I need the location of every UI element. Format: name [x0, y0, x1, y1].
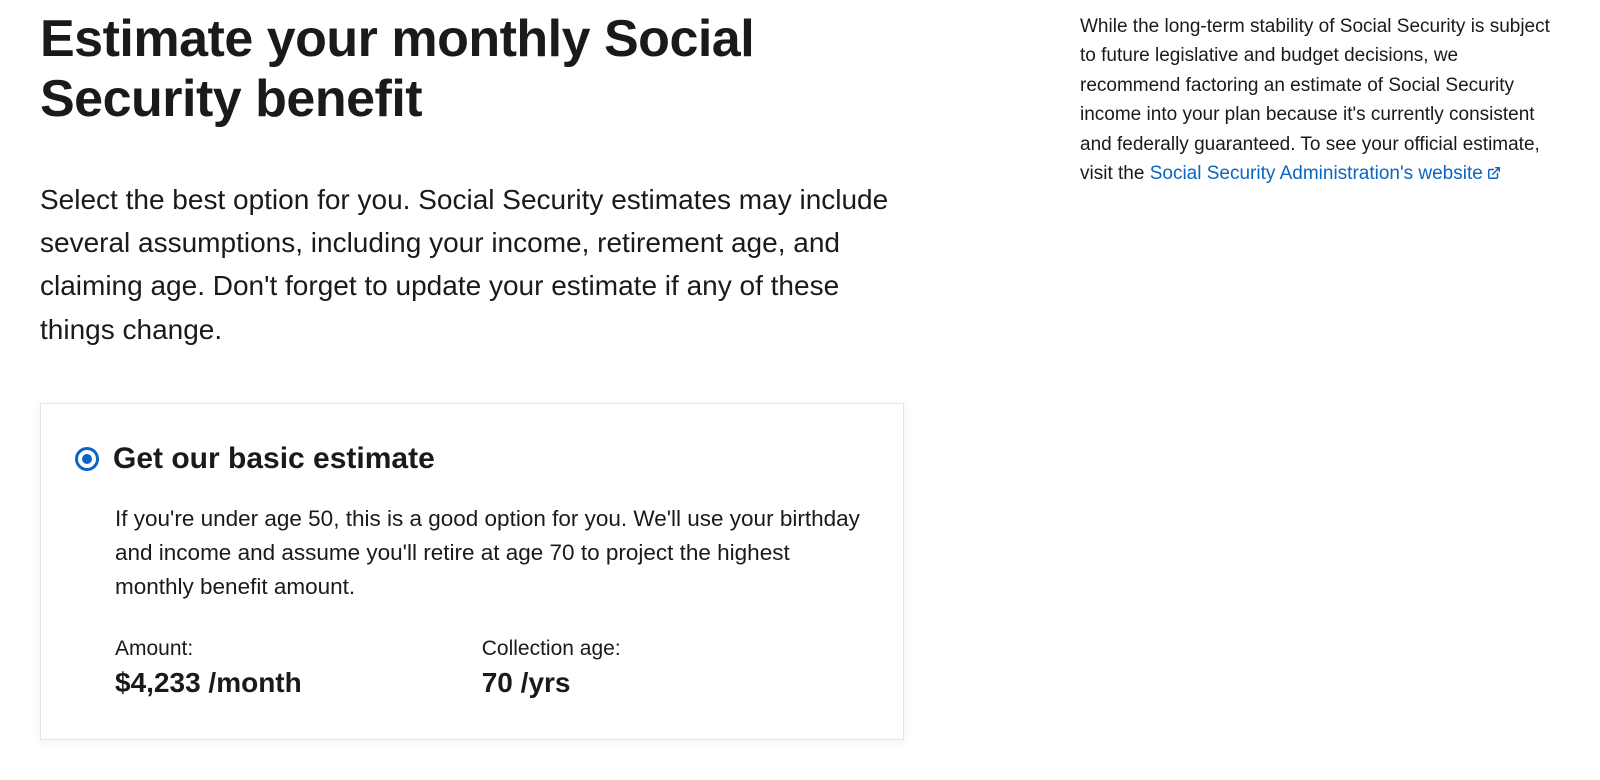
amount-stat: Amount: $4,233 /month: [115, 637, 302, 699]
aside-text-body: While the long-term stability of Social …: [1080, 16, 1550, 184]
option-title: Get our basic estimate: [113, 442, 435, 476]
amount-label: Amount:: [115, 637, 302, 661]
basic-estimate-card[interactable]: Get our basic estimate If you're under a…: [40, 403, 904, 740]
aside-text: While the long-term stability of Social …: [1080, 12, 1560, 190]
collection-age-stat: Collection age: 70 /yrs: [482, 637, 621, 699]
page-subtitle: Select the best option for you. Social S…: [40, 178, 910, 352]
ssa-website-link[interactable]: Social Security Administration's website: [1150, 163, 1501, 184]
collection-age-value: 70 /yrs: [482, 667, 621, 699]
radio-selected-icon[interactable]: [75, 447, 99, 471]
option-description: If you're under age 50, this is a good o…: [115, 502, 863, 603]
collection-age-label: Collection age:: [482, 637, 621, 661]
external-link-icon: [1487, 160, 1501, 189]
amount-value: $4,233 /month: [115, 667, 302, 699]
page-title: Estimate your monthly Social Security be…: [40, 10, 960, 130]
